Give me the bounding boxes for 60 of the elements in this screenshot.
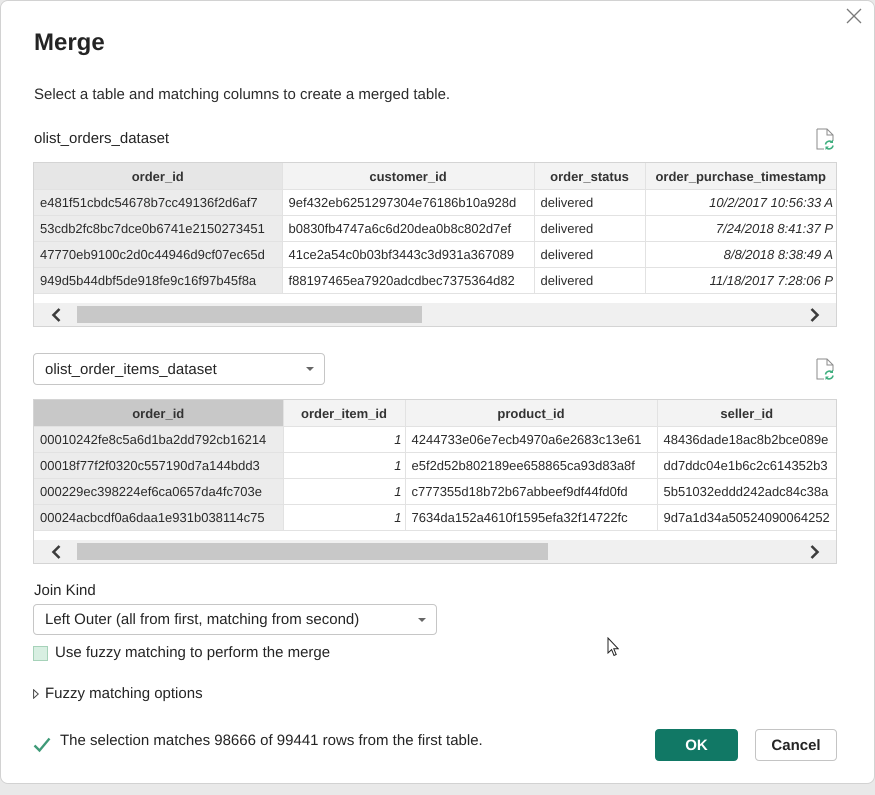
ok-button[interactable]: OK xyxy=(655,729,738,761)
check-icon xyxy=(33,737,51,753)
table-cell: 1 xyxy=(283,452,405,478)
caret-icon xyxy=(306,367,314,371)
table-cell: 00024acbcdf0a6daa1e931b038114c75 xyxy=(34,504,283,530)
table-name: olist_orders_dataset xyxy=(34,129,170,149)
column-header[interactable]: order_purchase_timestamp xyxy=(645,163,836,190)
chevron-left-icon xyxy=(50,308,60,322)
close-button[interactable] xyxy=(846,8,862,24)
chevron-right-icon xyxy=(810,544,820,558)
table-cell: delivered xyxy=(534,216,645,242)
join-kind-dropdown[interactable]: Left Outer (all from first, matching from second) xyxy=(33,604,437,635)
caret-icon xyxy=(418,618,426,622)
fuzzy-matching-checkbox[interactable] xyxy=(33,646,48,660)
column-header[interactable]: customer_id xyxy=(282,163,534,190)
document-refresh-icon[interactable] xyxy=(816,128,834,150)
table-cell: 7634da152a4610f1595efa32f14722fc xyxy=(405,504,657,530)
join-kind-label: Join Kind xyxy=(34,581,97,601)
table-dropdown[interactable]: olist_order_items_dataset xyxy=(33,353,325,385)
close-icon xyxy=(846,8,862,24)
table-cell: 1 xyxy=(283,478,405,504)
table-cell: b0830fb4747a6c6d20dea0b8c802d7ef xyxy=(282,216,534,242)
table-cell: 000229ec398224ef6ca0657da4fc703e xyxy=(34,478,283,504)
table-cell: delivered xyxy=(534,190,645,216)
column-header[interactable]: seller_id xyxy=(657,400,836,426)
table-cell: c777355d18b72b67abbeef9df44fd0fd xyxy=(405,478,657,504)
column-header[interactable]: order_id xyxy=(34,163,282,190)
column-header[interactable]: order_id xyxy=(34,400,283,426)
table-cell: 949d5b44dbf5de918fe9c16f97b45f8a xyxy=(34,268,282,294)
table-cell: delivered xyxy=(534,242,645,268)
dialog-description: Select a table and matching columns to create a merged table. xyxy=(34,85,452,105)
mouse-pointer-icon xyxy=(607,637,619,657)
dialog-title: Merge xyxy=(34,28,105,58)
table-cell: delivered xyxy=(534,268,645,294)
table-cell: 00010242fe8c5a6d1ba2dd792cb16214 xyxy=(34,426,283,452)
column-header[interactable]: order_item_id xyxy=(283,400,405,426)
chevron-left-icon xyxy=(50,544,60,558)
table-cell: e5f2d52b802189ee658865ca93d83a8f xyxy=(405,452,657,478)
table-cell: 4244733e06e7ecb4970a6e2683c13e61 xyxy=(405,426,657,452)
table-cell: 41ce2a54c0b03bf3443c3d931a367089 xyxy=(282,242,534,268)
scrollbar-thumb[interactable] xyxy=(77,306,422,323)
table-cell: e481f51cbdc54678b7cc49136f2d6af7 xyxy=(34,190,282,216)
table-cell: f88197465ea7920adcdbec7375364d82 xyxy=(282,268,534,294)
horizontal-scrollbar[interactable] xyxy=(34,540,836,563)
cancel-button[interactable]: Cancel xyxy=(755,729,837,761)
table-cell: 1 xyxy=(283,504,405,530)
document-refresh-icon[interactable] xyxy=(816,358,834,380)
column-header[interactable]: order_status xyxy=(534,163,645,190)
match-status-text: The selection matches 98666 of 99441 rows from the first table. xyxy=(60,731,483,751)
table-cell: 9ef432eb6251297304e76186b10a928d xyxy=(282,190,534,216)
chevron-right-icon xyxy=(810,308,820,322)
table-cell: 1 xyxy=(283,426,405,452)
fuzzy-options-toggle[interactable]: Fuzzy matching options xyxy=(33,685,203,703)
table-cell: 53cdb2fc8bc7dce0b6741e2150273451 xyxy=(34,216,282,242)
table-cell: 47770eb9100c2d0c44946d9cf07ec65d xyxy=(34,242,282,268)
column-header[interactable]: product_id xyxy=(405,400,657,426)
scrollbar-thumb[interactable] xyxy=(77,543,548,560)
horizontal-scrollbar[interactable] xyxy=(34,303,836,326)
fuzzy-matching-label[interactable]: Use fuzzy matching to perform the merge xyxy=(55,644,330,662)
table-cell: 00018f77f2f0320c557190d7a144bdd3 xyxy=(34,452,283,478)
